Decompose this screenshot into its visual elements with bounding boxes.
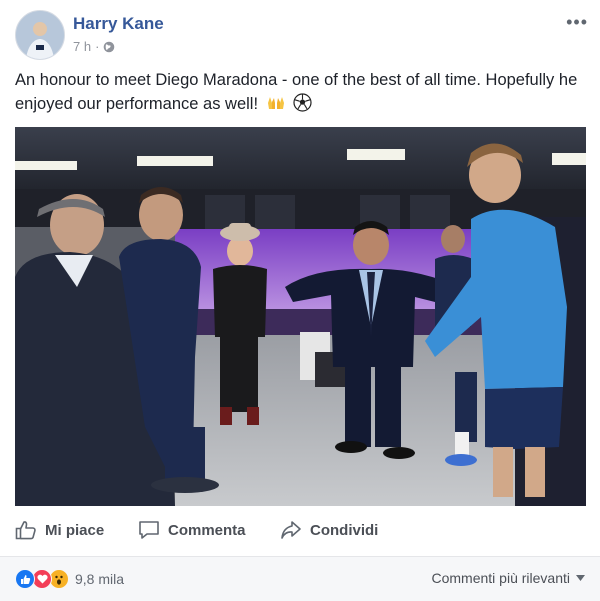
globe-icon: [104, 41, 115, 52]
comment-button[interactable]: Commenta: [138, 520, 246, 540]
like-label: Mi piace: [45, 521, 105, 539]
author-name[interactable]: Harry Kane: [73, 14, 164, 34]
like-reaction-icon: [15, 569, 35, 589]
love-reaction-icon: [32, 569, 52, 589]
share-icon: [281, 521, 301, 539]
post-card: Harry Kane 7 h · ••• An honour to meet D…: [0, 0, 600, 601]
comment-label: Commenta: [168, 521, 246, 539]
share-button[interactable]: Condividi: [280, 520, 378, 540]
comment-sort-label: Commenti più rilevanti: [431, 570, 571, 586]
post-text: An honour to meet Diego Maradona - one o…: [15, 68, 585, 119]
more-options-icon[interactable]: •••: [566, 12, 588, 33]
reaction-count: 9,8 mila: [75, 571, 125, 587]
thumbs-up-icon: [15, 521, 36, 540]
author-avatar[interactable]: [15, 10, 65, 60]
comment-icon: [139, 521, 159, 539]
share-label: Condividi: [310, 521, 379, 539]
soccer-ball-icon: [293, 93, 312, 119]
action-bar: Mi piace Commenta Condividi: [0, 512, 600, 548]
comment-sort-dropdown[interactable]: Commenti più rilevanti: [431, 570, 585, 586]
wow-reaction-icon: [49, 569, 69, 589]
like-button[interactable]: Mi piace: [15, 520, 104, 540]
post-time[interactable]: 7 h: [73, 39, 91, 54]
post-photo[interactable]: [15, 127, 586, 506]
reactions-footer: 9,8 mila Commenti più rilevanti: [0, 556, 600, 601]
raised-hands-icon: [266, 94, 286, 119]
caret-down-icon: [576, 575, 585, 581]
reactions-summary[interactable]: 9,8 mila: [15, 569, 124, 589]
post-meta: 7 h ·: [73, 39, 115, 54]
